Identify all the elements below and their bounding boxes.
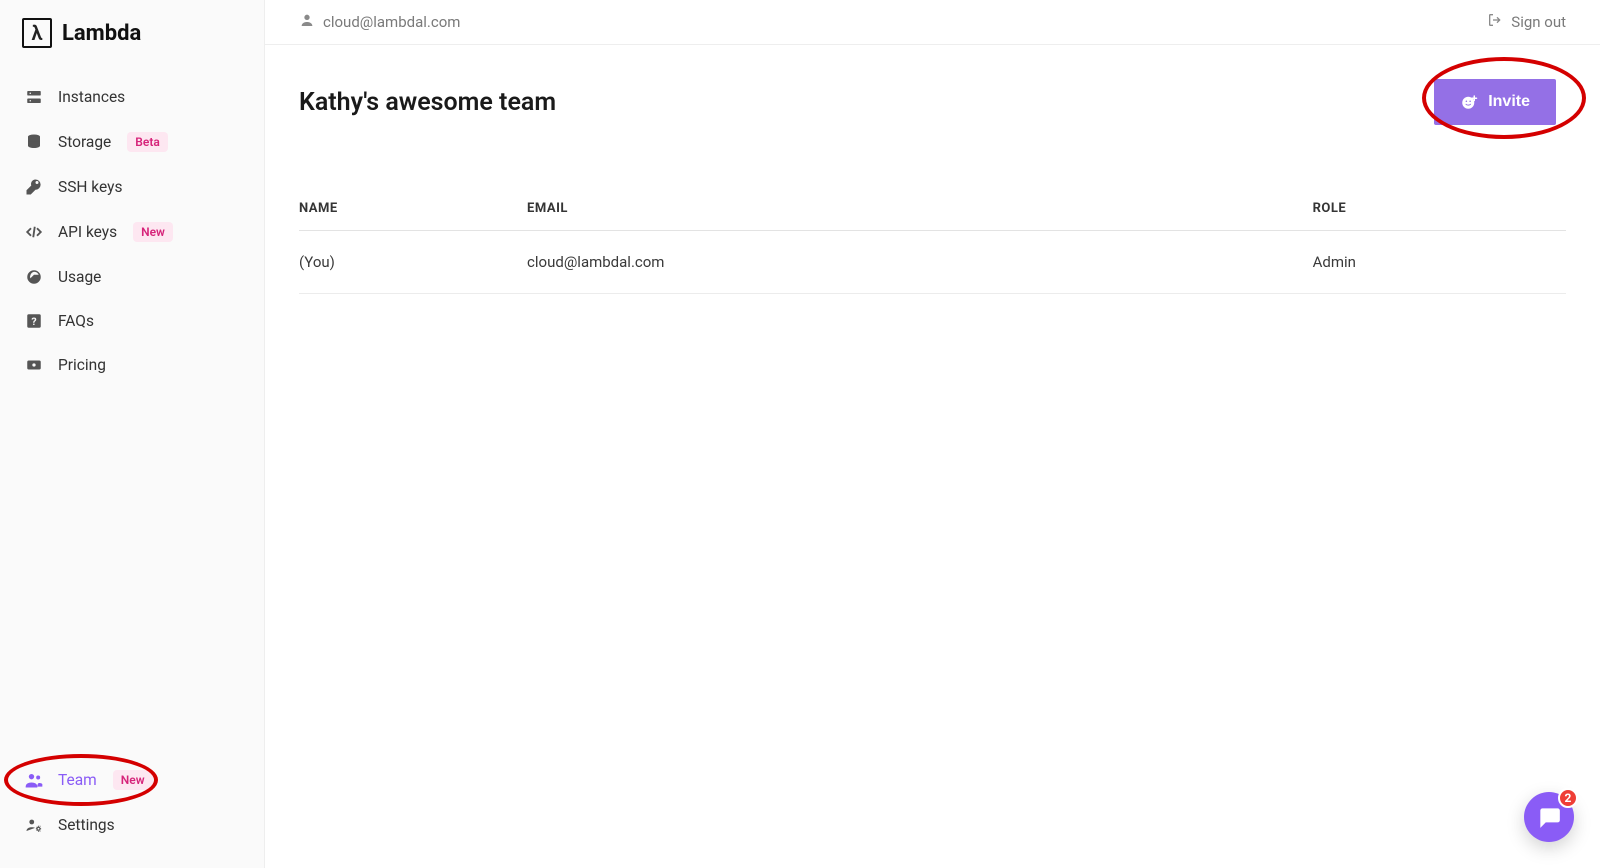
signout-label: Sign out: [1511, 13, 1566, 31]
sidebar-item-settings[interactable]: Settings: [10, 806, 254, 844]
sidebar-item-storage[interactable]: Storage Beta: [10, 122, 254, 162]
topbar-user-email: cloud@lambdal.com: [323, 13, 460, 31]
chat-launcher[interactable]: 2: [1524, 792, 1574, 842]
sidebar: λ Lambda Instances Storage Beta SSH keys: [0, 0, 265, 868]
cell-email: cloud@lambdal.com: [527, 231, 1313, 294]
badge-beta: Beta: [127, 132, 168, 152]
cell-role: Admin: [1313, 231, 1566, 294]
sidebar-item-pricing[interactable]: Pricing: [10, 346, 254, 384]
sidebar-item-label: Settings: [58, 816, 115, 834]
nav-primary: Instances Storage Beta SSH keys API keys…: [0, 78, 264, 384]
page-title: Kathy's awesome team: [299, 88, 556, 117]
invite-button[interactable]: Invite: [1434, 79, 1556, 125]
server-icon: [24, 88, 44, 106]
question-icon: ?: [24, 312, 44, 330]
sidebar-item-api-keys[interactable]: API keys New: [10, 212, 254, 252]
chat-unread-badge: 2: [1558, 788, 1578, 808]
brand-name: Lambda: [62, 21, 141, 46]
topbar: cloud@lambdal.com Sign out: [265, 0, 1600, 45]
sidebar-item-label: Usage: [58, 268, 101, 286]
sidebar-item-instances[interactable]: Instances: [10, 78, 254, 116]
invite-face-plus-icon: [1460, 93, 1478, 111]
sidebar-item-ssh-keys[interactable]: SSH keys: [10, 168, 254, 206]
sidebar-item-label: Pricing: [58, 356, 106, 374]
topbar-user: cloud@lambdal.com: [299, 12, 460, 32]
members-table: NAME EMAIL ROLE (You) cloud@lambdal.com …: [299, 201, 1566, 294]
table-row: (You) cloud@lambdal.com Admin: [299, 231, 1566, 294]
sidebar-item-label: FAQs: [58, 312, 94, 330]
col-name-header: NAME: [299, 201, 527, 231]
sidebar-item-team[interactable]: Team New: [10, 760, 254, 800]
sidebar-item-label: SSH keys: [58, 178, 122, 196]
sidebar-item-label: Team: [58, 771, 97, 789]
signout-icon: [1487, 12, 1503, 32]
signout-link[interactable]: Sign out: [1487, 12, 1566, 32]
table-header-row: NAME EMAIL ROLE: [299, 201, 1566, 231]
team-icon: [24, 770, 44, 790]
price-icon: [24, 356, 44, 374]
badge-new: New: [113, 770, 153, 790]
sidebar-item-faqs[interactable]: ? FAQs: [10, 302, 254, 340]
sidebar-item-usage[interactable]: Usage: [10, 258, 254, 296]
cell-name: (You): [299, 231, 527, 294]
nav-secondary: Team New Settings: [0, 760, 264, 858]
database-icon: [24, 133, 44, 151]
gauge-icon: [24, 268, 44, 286]
invite-button-label: Invite: [1488, 93, 1530, 111]
sidebar-item-label: API keys: [58, 223, 117, 241]
badge-new: New: [133, 222, 173, 242]
key-icon: [24, 178, 44, 196]
sidebar-item-label: Instances: [58, 88, 125, 106]
sidebar-item-label: Storage: [58, 133, 111, 151]
col-role-header: ROLE: [1313, 201, 1566, 231]
main: cloud@lambdal.com Sign out Kathy's aweso…: [265, 0, 1600, 868]
col-email-header: EMAIL: [527, 201, 1313, 231]
svg-text:?: ?: [31, 315, 36, 328]
user-icon: [299, 12, 315, 32]
chat-icon: [1536, 804, 1562, 830]
team-header: Kathy's awesome team Invite: [299, 73, 1566, 131]
user-gear-icon: [24, 816, 44, 834]
lambda-mark-icon: λ: [22, 18, 52, 48]
code-icon: [24, 223, 44, 241]
brand-logo[interactable]: λ Lambda: [0, 18, 264, 78]
content: Kathy's awesome team Invite NAME EMAIL R…: [265, 45, 1600, 328]
